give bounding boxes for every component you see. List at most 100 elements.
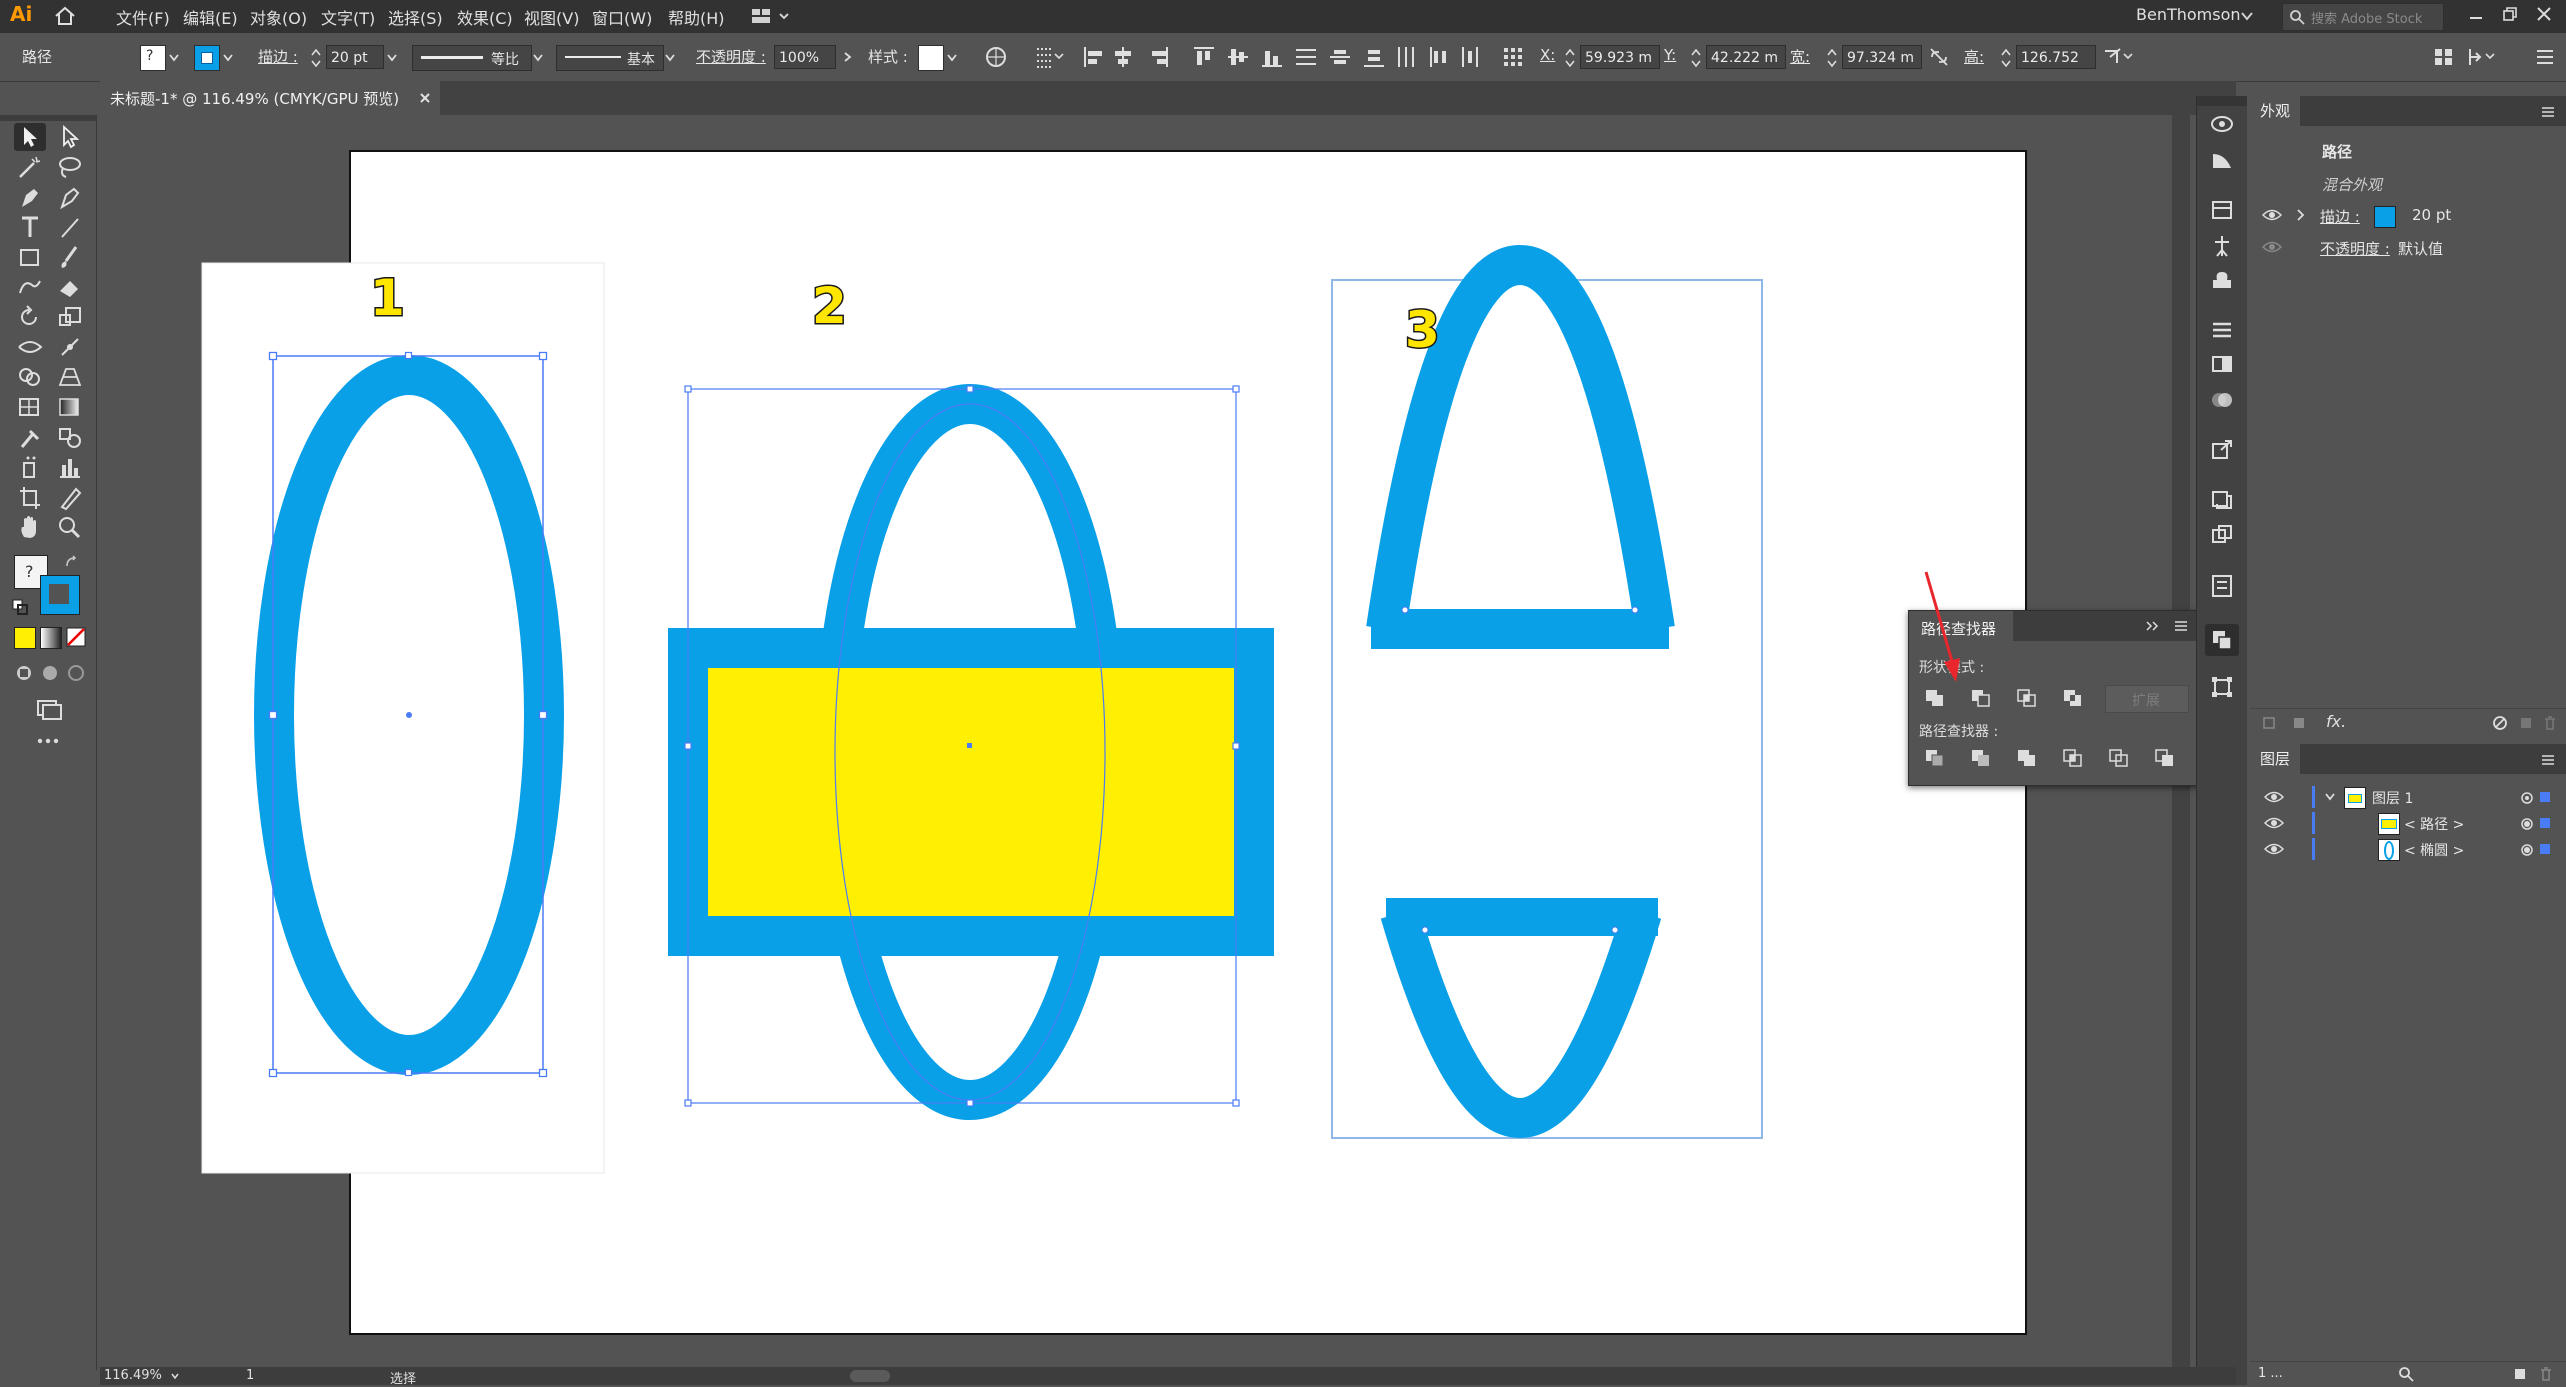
color-mode-button[interactable] — [14, 627, 36, 649]
ellipse-target-icon[interactable] — [2520, 843, 2534, 857]
fill-swatch[interactable]: ? — [140, 45, 166, 71]
rectangle-tool-icon[interactable] — [14, 243, 46, 271]
stroke-row-label[interactable]: 描边 : — [2320, 206, 2360, 227]
width-stepper-icon[interactable] — [1826, 45, 1838, 71]
sublayer-eye-icon[interactable] — [2264, 842, 2284, 856]
width-input[interactable]: 97.324 m — [1842, 45, 1922, 69]
opacity-label[interactable]: 不透明度 : — [696, 46, 766, 67]
stroke-panel-icon[interactable] — [2209, 318, 2235, 342]
stock-search-input[interactable]: 搜索 Adobe Stock — [2311, 8, 2422, 27]
shape-builder-tool-icon[interactable] — [14, 363, 46, 391]
add-effect-button[interactable]: fx. — [2326, 712, 2346, 731]
minus-back-icon[interactable] — [2153, 747, 2177, 769]
screen-mode-icon[interactable] — [34, 697, 64, 721]
divide-icon[interactable] — [1923, 747, 1947, 769]
minus-front-icon[interactable] — [1969, 687, 1993, 709]
artboard-tool-icon[interactable] — [14, 483, 46, 511]
menu-help[interactable]: 帮助(H) — [668, 5, 725, 29]
canvas[interactable]: 1 2 3 — [100, 115, 2190, 1370]
intersect-icon[interactable] — [2015, 687, 2039, 709]
menu-window[interactable]: 窗口(W) — [592, 5, 652, 29]
zoom-tool-icon[interactable] — [54, 513, 86, 541]
stock-search-box[interactable]: 搜索 Adobe Stock — [2282, 3, 2444, 31]
layers-tab[interactable]: 图层 — [2250, 744, 2301, 774]
more-tools-icon[interactable] — [36, 735, 60, 747]
stroke-stepper-icon[interactable] — [310, 45, 322, 71]
add-stroke-icon[interactable] — [2262, 716, 2276, 730]
opacity-row[interactable]: 不透明度 : 默认值 — [2250, 232, 2566, 264]
asset-export-icon[interactable] — [2209, 488, 2235, 512]
opacity-arrow-icon[interactable] — [842, 51, 852, 63]
opacity-eye-icon[interactable] — [2262, 240, 2282, 254]
path-target-icon[interactable] — [2520, 817, 2534, 831]
restore-icon[interactable] — [2500, 4, 2520, 24]
column-graph-tool-icon[interactable] — [54, 453, 86, 481]
close-tab-icon[interactable] — [418, 91, 432, 105]
zoom-level[interactable]: 116.49% — [104, 1368, 162, 1383]
eraser-tool-icon[interactable] — [54, 273, 86, 301]
x-input[interactable]: 59.923 m — [1580, 45, 1660, 69]
layers-search-icon[interactable] — [2398, 1366, 2414, 1382]
menu-select[interactable]: 选择(S) — [388, 5, 443, 29]
brush-dropdown-icon[interactable] — [664, 53, 676, 63]
add-fill-icon[interactable] — [2292, 716, 2306, 730]
pathfinder-dock-icon[interactable] — [2205, 624, 2239, 656]
type-tool-icon[interactable] — [14, 213, 46, 241]
layer-eye-icon[interactable] — [2264, 790, 2284, 804]
slice-tool-icon[interactable] — [54, 483, 86, 511]
menu-edit[interactable]: 编辑(E) — [183, 5, 238, 29]
perspective-grid-tool-icon[interactable] — [54, 363, 86, 391]
collapse-panel-icon[interactable] — [2145, 620, 2161, 632]
puppet-icon[interactable] — [2209, 232, 2235, 260]
exclude-icon[interactable] — [2061, 687, 2085, 709]
brush-definition[interactable]: 基本 — [556, 45, 664, 71]
stroke-weight-input[interactable]: 20 pt — [326, 45, 384, 69]
variable-width-profile[interactable]: 等比 — [412, 45, 532, 71]
zoom-dropdown-icon[interactable] — [170, 1371, 180, 1381]
puppet-warp-tool-icon[interactable] — [54, 333, 86, 361]
blend-tool-icon[interactable] — [54, 423, 86, 451]
rotate-tool-icon[interactable] — [14, 303, 46, 331]
menu-effect[interactable]: 效果(C) — [457, 5, 513, 29]
user-name[interactable]: BenThomson — [2136, 5, 2241, 24]
menu-view[interactable]: 视图(V) — [524, 5, 579, 29]
height-label[interactable]: 高: — [1964, 46, 1984, 67]
swap-fill-stroke-icon[interactable] — [64, 555, 78, 569]
magic-wand-tool-icon[interactable] — [14, 153, 46, 181]
sublayer-row[interactable]: < 椭圆 > — [2250, 836, 2566, 862]
selection-tool-icon[interactable] — [14, 123, 46, 151]
current-tool-status[interactable]: 选择 — [390, 1368, 416, 1387]
layer-name[interactable]: 图层 1 — [2372, 788, 2413, 808]
expand-button[interactable]: 扩展 — [2105, 685, 2189, 713]
layer-target-icon[interactable] — [2520, 791, 2534, 805]
height-stepper-icon[interactable] — [2000, 45, 2012, 71]
stroke-weight-label[interactable]: 描边 : — [258, 46, 298, 67]
scale-tool-icon[interactable] — [54, 303, 86, 331]
hand-tool-icon[interactable] — [14, 513, 46, 541]
minimize-icon[interactable] — [2466, 6, 2486, 26]
x-label[interactable]: X: — [1540, 46, 1555, 64]
stroke-weight-dropdown-icon[interactable] — [386, 53, 398, 63]
pen-tool-icon[interactable] — [14, 183, 46, 211]
unite-icon[interactable] — [1923, 687, 1947, 709]
horizontal-scrollbar-thumb[interactable] — [850, 1370, 890, 1382]
y-stepper-icon[interactable] — [1690, 45, 1702, 71]
delete-item-icon[interactable] — [2542, 715, 2558, 731]
gradient-tool-icon[interactable] — [54, 393, 86, 421]
image-trace-icon[interactable] — [2209, 148, 2235, 172]
eyedropper-tool-icon[interactable] — [14, 423, 46, 451]
stroke-row[interactable]: 描边 : 20 pt — [2250, 200, 2566, 232]
libraries-icon[interactable] — [2209, 112, 2235, 136]
mesh-tool-icon[interactable] — [14, 393, 46, 421]
trim-icon[interactable] — [1969, 747, 1993, 769]
close-icon[interactable] — [2534, 4, 2554, 24]
transform-reference-icon[interactable] — [1502, 45, 1524, 69]
direct-selection-tool-icon[interactable] — [54, 123, 86, 151]
curvature-tool-icon[interactable] — [54, 183, 86, 211]
document-tab[interactable]: 未标题-1* @ 116.49% (CMYK/GPU 预览) — [100, 81, 440, 115]
panel-menu-icon[interactable] — [2173, 619, 2189, 633]
style-dropdown-icon[interactable] — [946, 53, 958, 63]
align-to-selection-icon[interactable] — [1034, 45, 1064, 69]
sublayer-row[interactable]: < 路径 > — [2250, 810, 2566, 836]
stroke-dropdown-icon[interactable] — [222, 53, 234, 63]
